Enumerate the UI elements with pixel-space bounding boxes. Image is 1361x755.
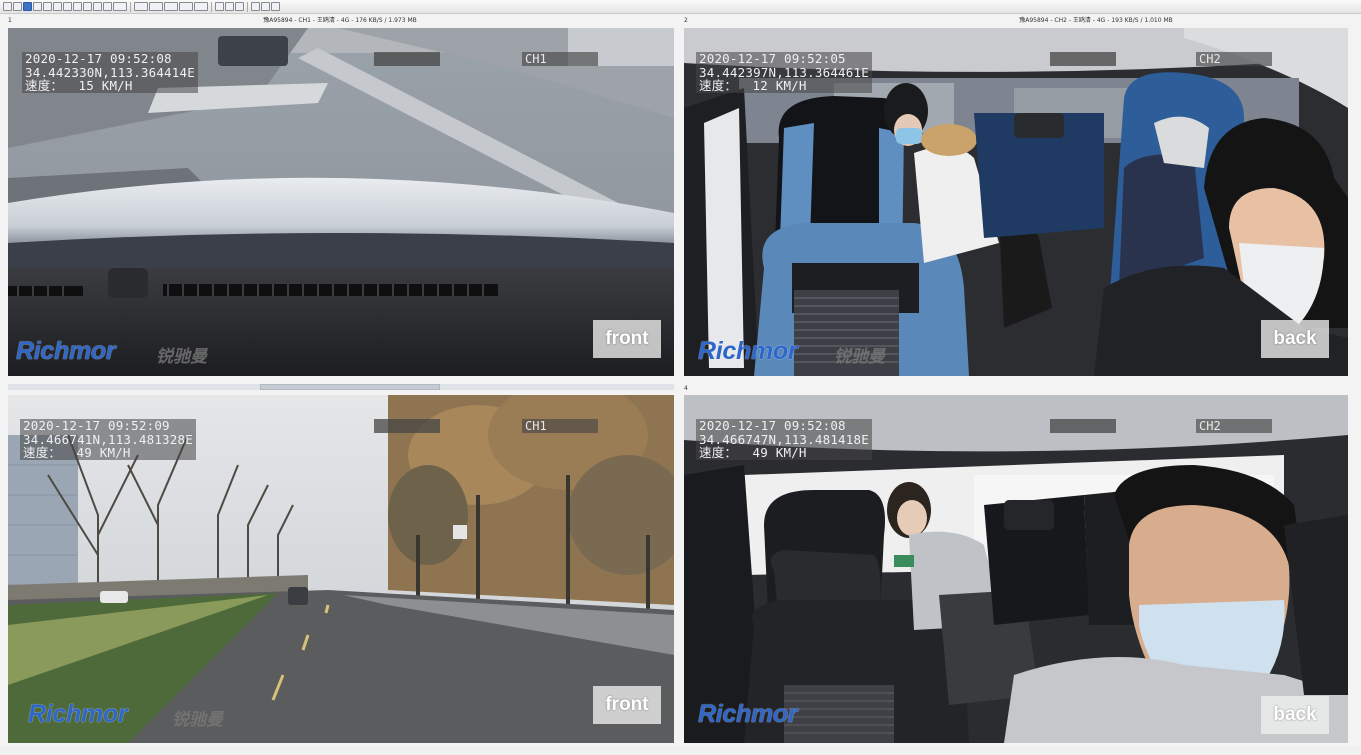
osd-masked-field xyxy=(374,52,440,66)
channel-label: CH1 xyxy=(522,419,598,433)
layout-1-icon[interactable] xyxy=(3,2,12,11)
layout-9-icon[interactable] xyxy=(33,2,42,11)
osd-gps: 34.442397N,113.364461E xyxy=(696,65,872,79)
play-dropdown-icon[interactable] xyxy=(179,2,193,11)
osd-overlay: 2020-12-17 09:52:08 34.442330N,113.36441… xyxy=(22,52,198,93)
export-icon[interactable] xyxy=(225,2,234,11)
camera-position-tag: back xyxy=(1261,696,1329,734)
scrollbar-thumb[interactable] xyxy=(260,384,440,390)
osd-overlay: 2020-12-17 09:52:09 34.466741N,113.48132… xyxy=(20,419,196,460)
osd-overlay: 2020-12-17 09:52:08 34.466747N,113.48141… xyxy=(696,419,872,460)
zoom-out-icon[interactable] xyxy=(261,2,270,11)
osd-masked-field xyxy=(1050,52,1116,66)
split-icon[interactable] xyxy=(53,2,62,11)
horizontal-scrollbar[interactable] xyxy=(8,384,674,390)
window-icon[interactable] xyxy=(63,2,72,11)
brand-logo-cn: 锐驰曼 xyxy=(834,347,885,367)
zoom-in-icon[interactable] xyxy=(251,2,260,11)
osd-speed: 速度： 49 KM/H xyxy=(20,446,196,460)
osd-overlay: 2020-12-17 09:52:05 34.442397N,113.36446… xyxy=(696,52,872,93)
brand-logo-cn: 锐驰曼 xyxy=(156,347,207,367)
layout-16-icon[interactable] xyxy=(43,2,52,11)
cut-dropdown-icon[interactable] xyxy=(113,2,127,11)
osd-gps: 34.466747N,113.481418E xyxy=(696,432,872,446)
toolbar-divider xyxy=(130,1,131,12)
toolbar xyxy=(0,0,1361,14)
brand-logo: Richmor xyxy=(16,337,116,365)
video-pane-4[interactable]: 2020-12-17 09:52:08 34.466747N,113.48141… xyxy=(684,395,1348,743)
channel-label: CH2 xyxy=(1196,419,1272,433)
record-dropdown-icon[interactable] xyxy=(164,2,178,11)
osd-timestamp: 2020-12-17 09:52:05 xyxy=(696,52,872,66)
brand-logo: Richmor xyxy=(28,700,128,728)
paste-icon[interactable] xyxy=(103,2,112,11)
copy-icon[interactable] xyxy=(93,2,102,11)
camera-position-tag: front xyxy=(593,686,661,724)
osd-timestamp: 2020-12-17 09:52:08 xyxy=(22,52,198,66)
snapshot-icon[interactable] xyxy=(83,2,92,11)
brand-logo-cn: 锐驰曼 xyxy=(172,710,223,730)
stop-dropdown-icon[interactable] xyxy=(194,2,208,11)
fullscreen-icon[interactable] xyxy=(73,2,82,11)
osd-masked-field xyxy=(374,419,440,433)
camera-position-tag: back xyxy=(1261,320,1329,358)
toolbar-divider xyxy=(211,1,212,12)
status-bar xyxy=(0,746,1361,755)
settings-icon[interactable] xyxy=(271,2,280,11)
pane-1-title: 豫A95894 - CH1 - 王鸥清 - 4G - 176 KB/S / 1.… xyxy=(263,17,417,24)
osd-timestamp: 2020-12-17 09:52:08 xyxy=(696,419,872,433)
osd-gps: 34.466741N,113.481328E xyxy=(20,432,196,446)
pane-1-header: 1 豫A95894 - CH1 - 王鸥清 - 4G - 176 KB/S / … xyxy=(6,15,674,27)
layout-4-icon[interactable] xyxy=(13,2,22,11)
rotate-dropdown-icon[interactable] xyxy=(149,2,163,11)
pane-2-title: 豫A95894 - CH2 - 王鸥清 - 4G - 193 KB/S / 1.… xyxy=(1019,17,1173,24)
osd-timestamp: 2020-12-17 09:52:09 xyxy=(20,419,196,433)
osd-gps: 34.442330N,113.364414E xyxy=(22,65,198,79)
image-dropdown-icon[interactable] xyxy=(134,2,148,11)
video-pane-3[interactable]: 2020-12-17 09:52:09 34.466741N,113.48132… xyxy=(8,395,674,743)
video-pane-2[interactable]: 2020-12-17 09:52:05 34.442397N,113.36446… xyxy=(684,28,1348,376)
osd-masked-field xyxy=(1050,419,1116,433)
delete-icon[interactable] xyxy=(235,2,244,11)
camera-position-tag: front xyxy=(593,320,661,358)
pane-2-index: 2 xyxy=(684,17,688,24)
channel-label: CH1 xyxy=(522,52,598,66)
video-pane-1[interactable]: 2020-12-17 09:52:08 34.442330N,113.36441… xyxy=(8,28,674,376)
pane-4-header: 4 xyxy=(682,383,1350,395)
toolbar-divider xyxy=(247,1,248,12)
save-icon[interactable] xyxy=(215,2,224,11)
osd-speed: 速度： 49 KM/H xyxy=(696,446,872,460)
brand-logo: Richmor xyxy=(698,700,798,728)
channel-label: CH2 xyxy=(1196,52,1272,66)
pane-2-header: 2 豫A95894 - CH2 - 王鸥清 - 4G - 193 KB/S / … xyxy=(682,15,1350,27)
osd-speed: 速度： 12 KM/H xyxy=(696,79,872,93)
layout-grid-icon[interactable] xyxy=(23,2,32,11)
brand-logo: Richmor xyxy=(698,337,798,365)
osd-speed: 速度： 15 KM/H xyxy=(22,79,198,93)
pane-4-index: 4 xyxy=(684,385,688,392)
